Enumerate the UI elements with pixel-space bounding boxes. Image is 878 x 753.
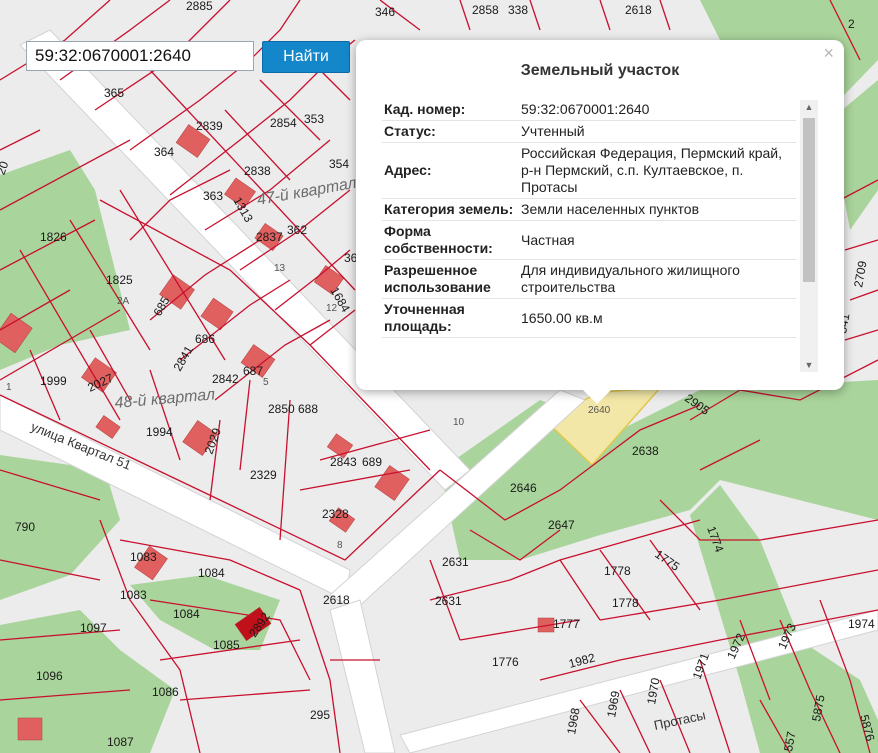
- table-row: Кад. номер: 59:32:0670001:2640: [382, 99, 796, 121]
- parcel-label: 365: [104, 86, 124, 100]
- search-button[interactable]: Найти: [262, 41, 350, 73]
- parcel-label: 2328: [322, 507, 349, 521]
- table-row: Форма собственности: Частная: [382, 220, 796, 260]
- parcel-label: 2329: [250, 468, 277, 482]
- parcel-label: 790: [15, 520, 35, 534]
- parcel-label: 1087: [107, 735, 134, 749]
- field-value: Российская Федерация, Пермский край, р-н…: [519, 142, 796, 199]
- parcel-label: 346: [375, 5, 395, 19]
- parcel-label: 1776: [492, 655, 519, 669]
- house-number: 1: [6, 382, 12, 393]
- parcel-label: 364: [154, 145, 174, 159]
- table-row: Адрес: Российская Федерация, Пермский кр…: [382, 142, 796, 199]
- parcel-label: 2646: [510, 481, 537, 495]
- parcel-label: 1974: [848, 617, 875, 631]
- parcel-label: 363: [203, 189, 223, 203]
- field-label: Уточненная площадь:: [382, 298, 519, 338]
- parcel-label: 338: [508, 3, 528, 17]
- house-number: 5: [263, 377, 269, 388]
- parcel-label: 2842: [212, 372, 239, 386]
- parcel-label: 1083: [120, 588, 147, 602]
- parcel-label: 354: [329, 157, 349, 171]
- parcel-label: 1084: [173, 607, 200, 621]
- parcel-label: 1778: [612, 596, 639, 610]
- parcel-label: 1826: [40, 230, 67, 244]
- parcel-label: 2854: [270, 116, 297, 130]
- table-row: Уточненная площадь: 1650.00 кв.м: [382, 298, 796, 338]
- popup-title: Земельный участок: [520, 62, 680, 79]
- parcel-label: 1994: [146, 425, 173, 439]
- popup-scrollbar[interactable]: ▲ ▼: [800, 100, 818, 372]
- table-row: Разрешенное использование Для индивидуал…: [382, 259, 796, 299]
- parcel-label: 353: [304, 112, 324, 126]
- parcel-label: 688: [298, 402, 318, 416]
- parcel-label: 1777: [553, 617, 580, 631]
- scroll-thumb[interactable]: [803, 118, 815, 282]
- house-number: 12: [326, 303, 338, 314]
- table-row: Статус: Учтенный: [382, 120, 796, 143]
- field-label: Разрешенное использование: [382, 259, 519, 299]
- parcel-label: 2837: [256, 230, 283, 244]
- close-icon[interactable]: ×: [823, 43, 834, 64]
- parcel-label: 2843: [330, 455, 357, 469]
- parcel-label: 689: [362, 455, 382, 469]
- parcel-label: 1999: [40, 374, 67, 388]
- parcel-label: 1084: [198, 566, 225, 580]
- parcel-label: 2838: [244, 164, 271, 178]
- parcel-label: 2638: [632, 444, 659, 458]
- field-label: Статус:: [382, 120, 519, 143]
- field-value: 59:32:0670001:2640: [519, 99, 796, 121]
- scroll-down-icon[interactable]: ▼: [800, 358, 818, 372]
- house-number: 10: [453, 417, 465, 428]
- parcel-label: 2858: [472, 3, 499, 17]
- parcel-label: 2631: [442, 555, 469, 569]
- search-input[interactable]: [26, 41, 254, 71]
- field-label: Форма собственности:: [382, 220, 519, 260]
- house-number: 8: [337, 540, 343, 551]
- parcel-label: 1096: [36, 669, 63, 683]
- parcel-label: 2839: [196, 119, 223, 133]
- field-value: Частная: [519, 220, 796, 260]
- parcel-label: 2618: [323, 593, 350, 607]
- table-row: Категория земель: Земли населенных пункт…: [382, 198, 796, 221]
- parcel-label: 2850: [268, 402, 295, 416]
- field-value: 1650.00 кв.м: [519, 298, 796, 338]
- parcel-label: 1097: [80, 621, 107, 635]
- parcel-label: 686: [195, 332, 215, 346]
- field-value: Для индивидуального жилищного строительс…: [519, 259, 796, 299]
- parcel-info-popup: × Земельный участок Кад. номер: 59:32:06…: [356, 40, 844, 404]
- parcel-info-table: Кад. номер: 59:32:0670001:2640 Статус: У…: [382, 99, 796, 373]
- cadastral-search: Найти: [26, 41, 350, 73]
- field-value: Учтенный: [519, 120, 796, 143]
- parcel-label: 687: [243, 364, 263, 378]
- house-number: 2А: [117, 296, 130, 307]
- field-value: Земли населенных пунктов: [519, 198, 796, 221]
- field-label: Кад. номер:: [382, 99, 519, 121]
- parcel-label: 362: [287, 223, 307, 237]
- scroll-up-icon[interactable]: ▲: [800, 100, 818, 114]
- parcel-label: 1086: [152, 685, 179, 699]
- popup-pointer: [583, 390, 611, 404]
- parcel-label: 2631: [435, 594, 462, 608]
- parcel-label: 1085: [213, 638, 240, 652]
- parcel-label: 1778: [604, 564, 631, 578]
- house-number: 13: [274, 263, 286, 274]
- parcel-label: 295: [310, 708, 330, 722]
- parcel-label-selected: 2640: [588, 405, 611, 416]
- field-label: Категория земель:: [382, 198, 519, 221]
- parcel-label: 2618: [625, 3, 652, 17]
- field-label: Адрес:: [382, 142, 519, 199]
- parcel-label: 1825: [106, 273, 133, 287]
- parcel-label: 2885: [186, 0, 213, 13]
- parcel-label: 1083: [130, 550, 157, 564]
- parcel-label: 2: [848, 17, 855, 31]
- parcel-label: 2647: [548, 518, 575, 532]
